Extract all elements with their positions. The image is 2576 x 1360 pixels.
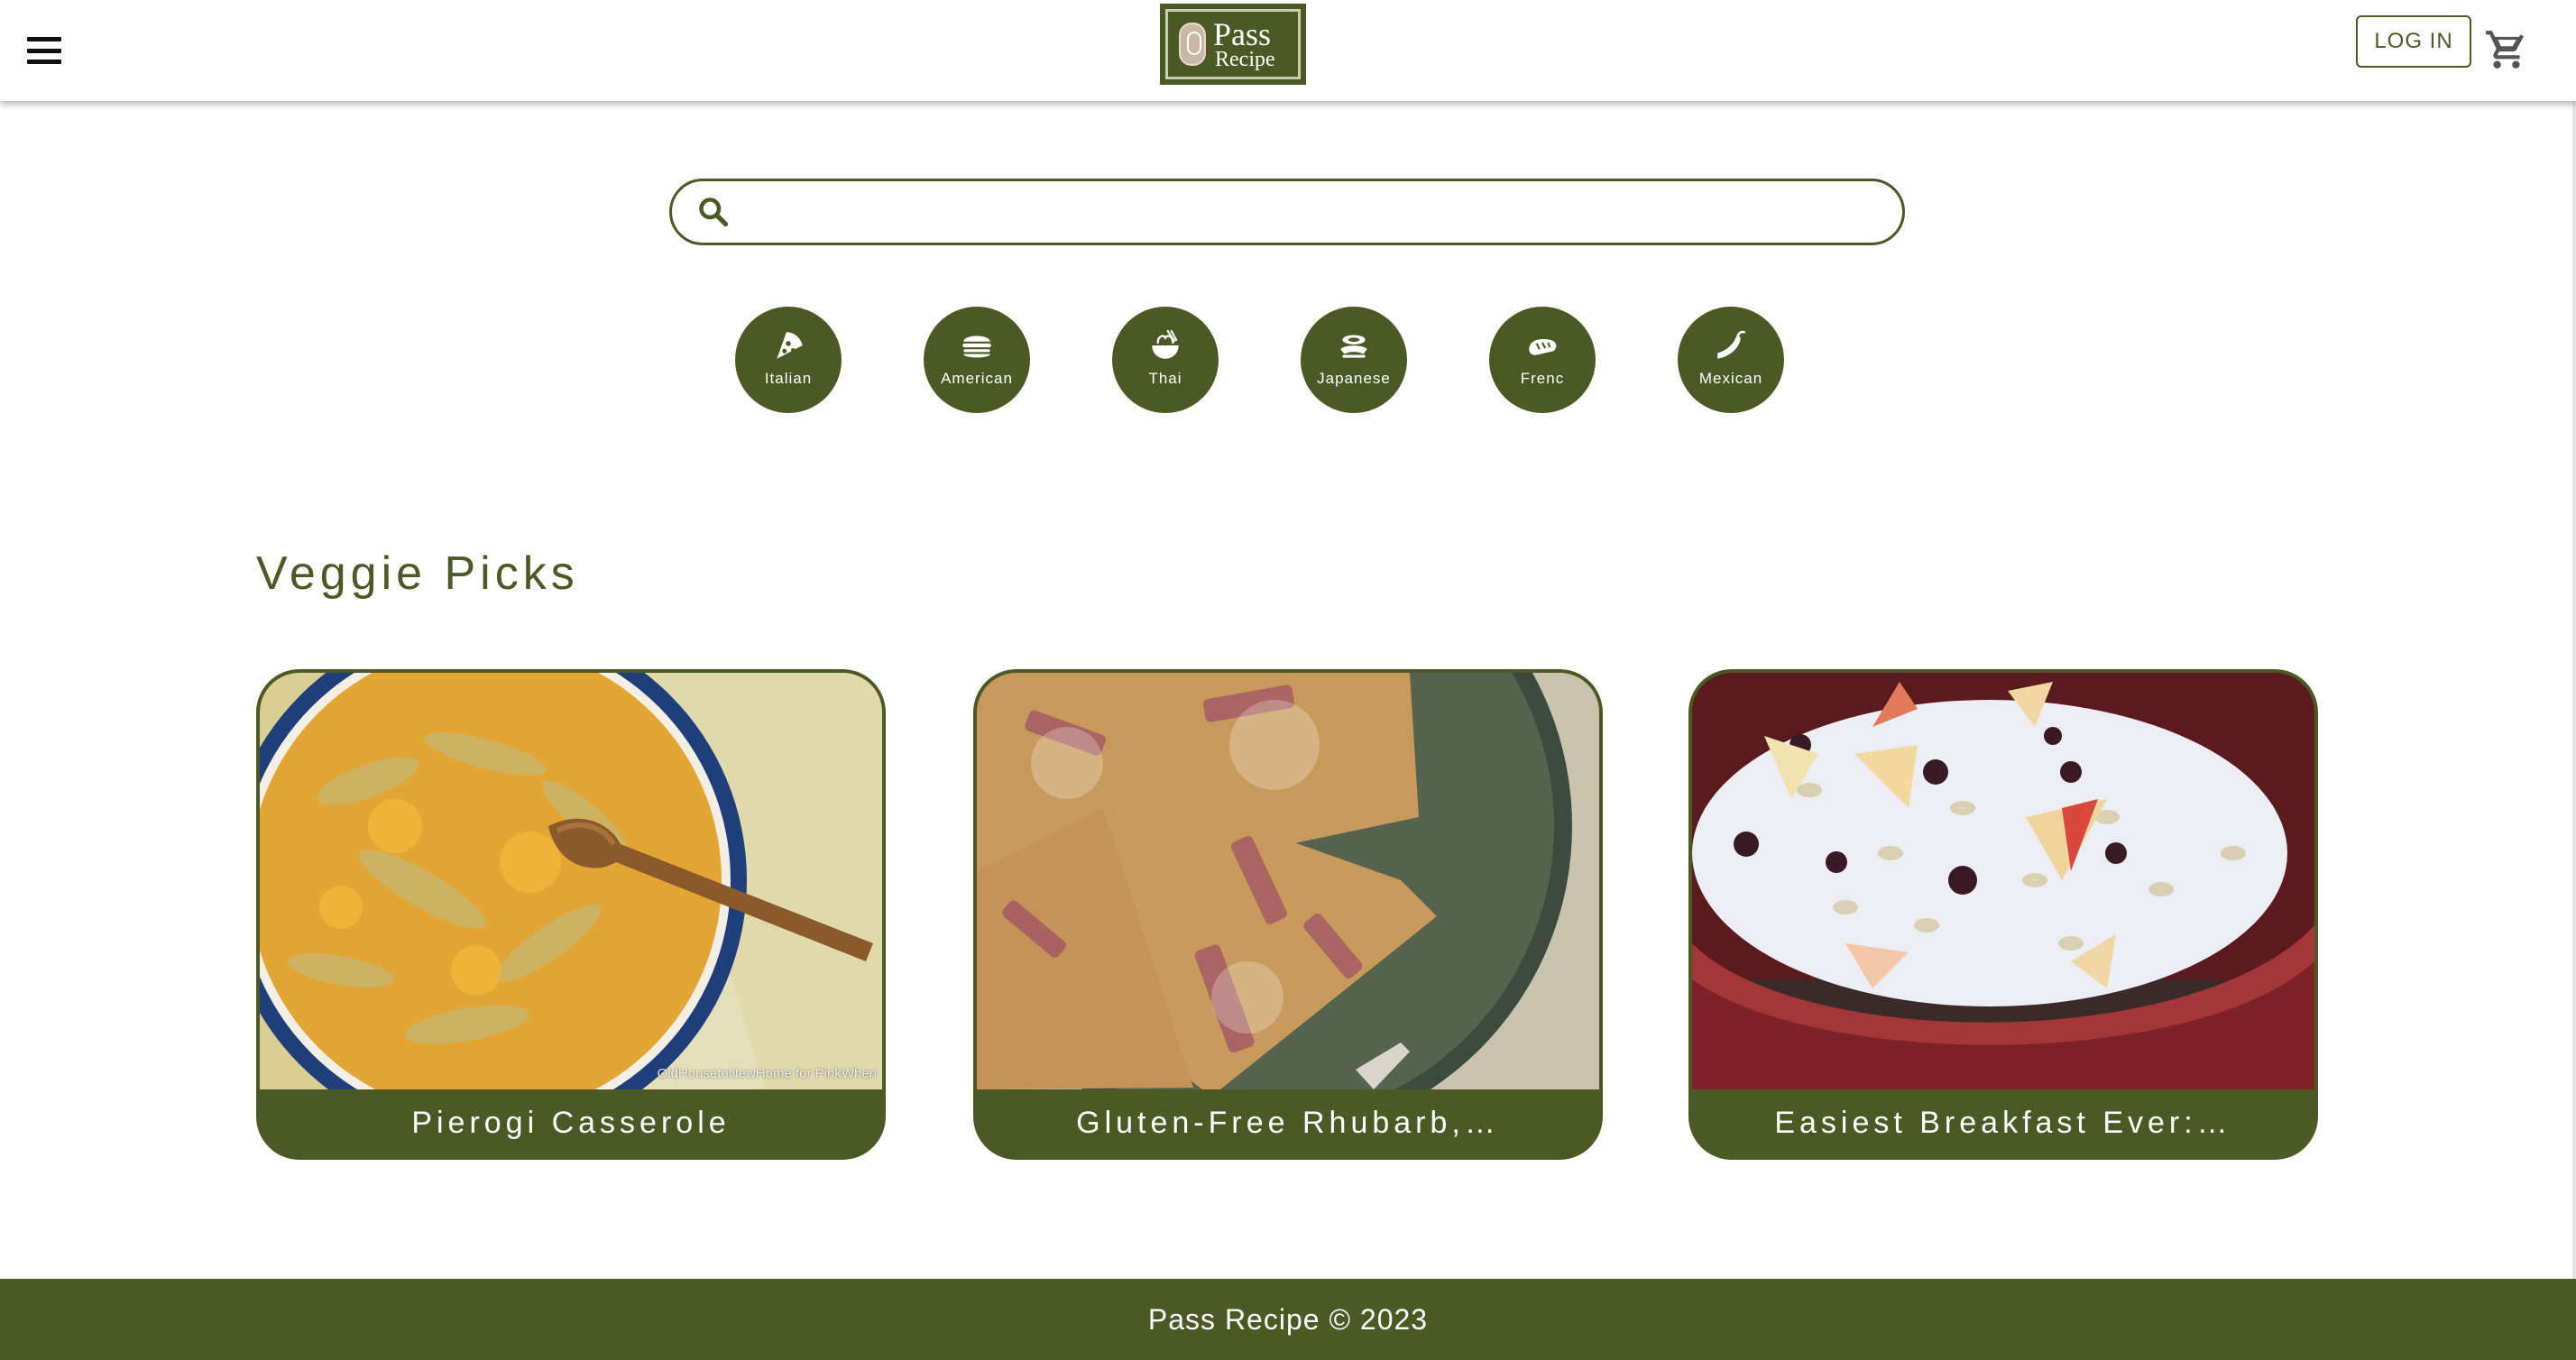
recipe-card-pierogi[interactable]: OldHousetoNewHome for PinkWhen Pierogi C… [256,669,886,1160]
page-scrollbar[interactable] [2572,0,2576,1279]
shopping-cart-icon[interactable] [2484,27,2529,72]
section-title: Veggie Picks [256,547,579,600]
category-mexican[interactable]: Mexican [1678,307,1784,413]
chili-pepper-icon [1717,330,1745,359]
recipe-image [977,673,1599,1089]
footer: Pass Recipe © 2023 [0,1279,2576,1360]
footer-copyright: Pass Recipe © 2023 [1147,1302,1429,1336]
baguette-icon [1529,338,1557,355]
menu-line [27,48,61,53]
category-italian[interactable]: Italian [735,307,842,413]
category-label: Frenc [1520,370,1565,387]
recipe-card-breakfast[interactable]: Easiest Breakfast Ever:… [1688,669,2318,1160]
search-input[interactable] [750,190,1877,234]
logo-frame: Pass Recipe [1165,9,1301,79]
recipe-title: Gluten-Free Rhubarb,… [977,1089,1599,1156]
search-bar[interactable] [669,179,1905,245]
category-label: American [941,370,1013,387]
pizza-icon [777,332,803,359]
recipe-image [1692,673,2314,1089]
category-american[interactable]: American [924,307,1030,413]
recipe-title: Pierogi Casserole [260,1089,882,1156]
search-icon [699,198,729,227]
top-nav-bar: Pass Recipe LOG IN [0,0,2576,101]
category-label: Japanese [1317,370,1391,387]
noodle-bowl-icon [1152,329,1179,359]
category-japanese[interactable]: Japanese [1301,307,1407,413]
logo-mark-icon [1179,23,1206,66]
recipe-title: Easiest Breakfast Ever:… [1692,1089,2314,1156]
page: Pass Recipe LOG IN Italian American Thai… [0,0,2576,1360]
menu-line [27,37,61,41]
burger-icon [962,335,991,358]
category-label: Thai [1148,370,1182,387]
category-thai[interactable]: Thai [1112,307,1219,413]
sushi-icon [1340,335,1367,358]
menu-line [27,60,61,64]
logo-line-1: Pass [1213,15,1272,52]
recipe-image: OldHousetoNewHome for PinkWhen [260,673,882,1089]
recipe-card-rhubarb[interactable]: Gluten-Free Rhubarb,… [973,669,1603,1160]
logo-line-2: Recipe [1215,47,1275,71]
cuisine-categories: Italian American Thai Japanese Frenc Mex… [735,307,1784,415]
category-label: Italian [764,370,813,387]
category-french[interactable]: Frenc [1489,307,1596,413]
login-button[interactable]: LOG IN [2356,15,2471,68]
logo-text: Pass Recipe [1213,15,1275,71]
image-watermark: OldHousetoNewHome for PinkWhen [657,1066,877,1081]
category-label: Mexican [1698,370,1763,387]
hamburger-menu-icon[interactable] [23,34,65,67]
site-logo[interactable]: Pass Recipe [1160,4,1306,85]
